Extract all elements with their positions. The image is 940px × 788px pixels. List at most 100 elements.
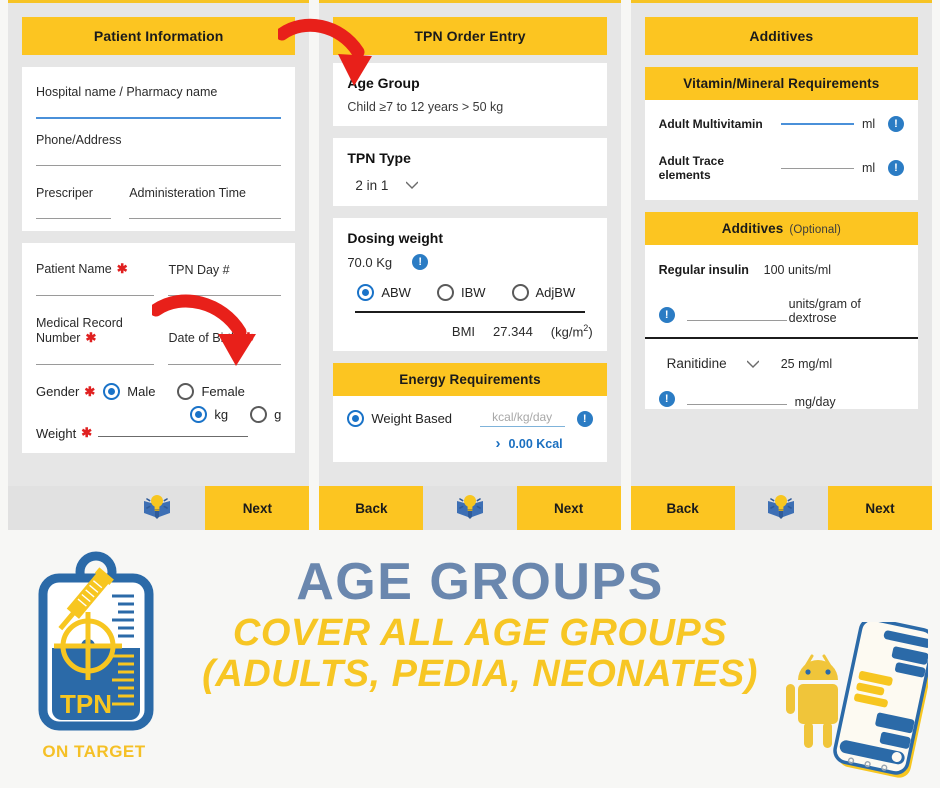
headline-line-2: COVER ALL AGE GROUPS [232, 612, 728, 655]
screen2-title-bar: TPN Order Entry [333, 17, 607, 55]
age-group-card[interactable]: Age Group Child ≥7 to 12 years > 50 kg [333, 63, 607, 126]
screen3-tips-button[interactable] [734, 486, 828, 530]
screen3-next-button[interactable]: Next [827, 486, 932, 530]
android-phone-illustration [778, 617, 937, 787]
mrn-col: Medical Record Number ✱ [36, 310, 168, 365]
chevron-right-icon: › [495, 435, 501, 453]
admin-time-input[interactable] [129, 218, 282, 219]
tpn-type-select[interactable]: 2 in 1 [347, 176, 592, 194]
mrn-input[interactable] [36, 364, 155, 365]
android-robot-icon [786, 654, 838, 748]
insulin-input-row: ! units/gram of dextrose [658, 297, 904, 325]
screen2-tips-button[interactable] [423, 486, 517, 530]
bmi-unit: (kg/m2) [551, 323, 593, 339]
energy-card: Weight Based kcal/kg/day ! › 0.00 Kcal [333, 395, 607, 463]
ranitidine-input-row: ! mg/day [658, 390, 904, 409]
multivitamin-info-icon[interactable]: ! [887, 116, 904, 132]
screen2-next-button[interactable]: Next [516, 486, 621, 530]
required-asterisk: ✱ [242, 330, 254, 345]
ranitidine-concentration: 25 mg/ml [780, 356, 833, 371]
energy-weight-based-radio[interactable] [347, 410, 365, 428]
phone-address-input[interactable] [36, 165, 282, 166]
dob-input[interactable] [168, 364, 282, 365]
weight-unit-g-radio[interactable] [250, 406, 268, 423]
dob-col: Date of Birth ✱ [168, 324, 282, 365]
insulin-input[interactable] [686, 320, 787, 321]
ranitidine-unit: mg/day [794, 394, 836, 409]
trace-elements-unit: ml [861, 161, 876, 175]
weight-row: Weight ✱ [36, 425, 281, 441]
multivitamin-unit: ml [861, 117, 876, 131]
age-group-label: Age Group [347, 75, 420, 91]
tpn-logo-caption: ON TARGET [42, 742, 146, 761]
dosing-weight-info-icon[interactable]: ! [412, 254, 429, 270]
gender-male-radio[interactable] [103, 383, 121, 400]
screen1-next-button[interactable]: Next [205, 486, 310, 530]
chevron-down-icon[interactable] [746, 355, 760, 373]
energy-weight-based-label: Weight Based [371, 411, 453, 427]
gender-male-label: Male [127, 384, 156, 399]
screen3-title-bar: Additives [644, 17, 918, 55]
bmi-unit-suffix: ) [588, 323, 593, 339]
ranitidine-info-icon[interactable]: ! [658, 390, 675, 407]
dosing-adjbw-label: AdjBW [535, 285, 576, 300]
dosing-abw-radio[interactable] [357, 284, 375, 301]
age-group-value: Child ≥7 to 12 years > 50 kg [347, 100, 504, 114]
patient-name-input[interactable] [36, 295, 155, 296]
lightbulb-book-icon [766, 493, 796, 524]
required-asterisk: ✱ [85, 330, 97, 345]
energy-result-row[interactable]: › 0.00 Kcal [347, 435, 592, 452]
banner-headline: AGE GROUPS COVER ALL AGE GROUPS (ADULTS,… [170, 553, 790, 696]
insulin-unit: units/gram of dextrose [788, 297, 861, 325]
ranitidine-input[interactable] [686, 403, 787, 405]
additives-section-title-text: Additives [721, 221, 784, 236]
gender-label: Gender [36, 384, 80, 399]
bmi-value: 27.344 [493, 323, 533, 339]
weight-unit-kg-radio[interactable] [190, 406, 208, 423]
trace-elements-info-icon[interactable]: ! [887, 160, 904, 176]
gender-row: Gender ✱ Male Female [36, 383, 281, 400]
screenshot-root: Patient Information Hospital name / Phar… [0, 0, 940, 788]
prescriber-input[interactable] [36, 218, 112, 219]
screen1-tips-button[interactable] [108, 486, 206, 530]
screen3-body: Additives Vitamin/Mineral Requirements A… [631, 3, 932, 486]
mrn-label: Medical Record Number ✱ [36, 310, 168, 348]
trace-elements-input[interactable] [780, 167, 854, 169]
screen3-back-button[interactable]: Back [630, 486, 735, 530]
screen1-body: Patient Information Hospital name / Phar… [8, 3, 309, 486]
bmi-unit-prefix: (kg/m [550, 323, 584, 339]
headline-line-3: (ADULTS, PEDIA, NEONATES) [202, 653, 758, 696]
dosing-weight-value: 70.0 Kg [347, 254, 393, 270]
dosing-ibw-radio[interactable] [436, 284, 454, 301]
gender-female-radio[interactable] [177, 383, 195, 400]
mrn-text: Medical Record Number [36, 316, 123, 345]
bmi-label: BMI [451, 323, 476, 339]
energy-info-icon[interactable]: ! [576, 410, 593, 427]
vitamin-section-title: Vitamin/Mineral Requirements [644, 67, 918, 100]
additives-divider [644, 337, 918, 339]
patient-name-col: Patient Name ✱ [36, 255, 168, 296]
ranitidine-row: Ranitidine 25 mg/ml [659, 355, 904, 373]
multivitamin-input[interactable] [780, 123, 854, 125]
tpn-type-value: 2 in 1 [355, 177, 389, 193]
insulin-info-icon[interactable]: ! [658, 307, 675, 323]
energy-input[interactable]: kcal/kg/day [479, 410, 565, 428]
screen2-back-button[interactable]: Back [319, 486, 424, 530]
weight-input[interactable] [98, 436, 249, 437]
dosing-weight-options: ABW IBW AdjBW [347, 284, 592, 301]
tpn-day-input[interactable] [168, 295, 282, 296]
headline-line-1: AGE GROUPS [296, 553, 664, 611]
lightbulb-book-icon [142, 493, 172, 524]
weight-unit-g-label: g [274, 407, 282, 422]
dosing-adjbw-radio[interactable] [511, 284, 529, 301]
screen-additives: Additives Vitamin/Mineral Requirements A… [630, 0, 932, 530]
insulin-row: Regular insulin 100 units/ml [659, 263, 904, 277]
bmi-divider [355, 311, 585, 313]
tpn-type-card: TPN Type 2 in 1 [333, 138, 607, 206]
